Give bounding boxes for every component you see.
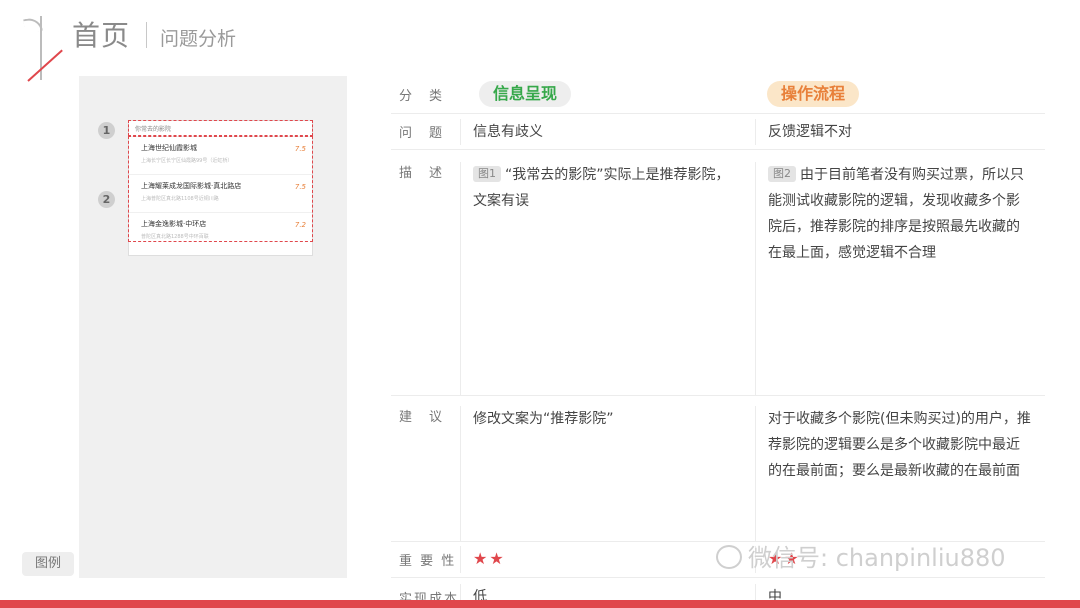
wechat-watermark: 微信号: chanpinliu880 [716, 538, 1006, 573]
cell-problem-a: 信息有歧义 [460, 118, 755, 145]
star-rating-icon: ★★ [473, 549, 506, 568]
row-label: 分 类 [399, 89, 445, 104]
marker-badge-1: 1 [98, 122, 115, 139]
description-text: “我常去的影院”实际上是推荐影院，文案有误 [473, 167, 730, 209]
cell: 操作流程 [755, 81, 1045, 108]
row-label: 问 题 [399, 126, 445, 141]
bottom-accent-bar [0, 600, 1080, 608]
row-label: 建 议 [399, 410, 445, 425]
cell-description-a: 图1 “我常去的影院”实际上是推荐影院，文案有误 [460, 162, 755, 395]
figure-tag: 图2 [768, 166, 796, 182]
page-title: 首页 [72, 19, 131, 52]
wechat-icon [716, 545, 742, 569]
cell-suggestion-b: 对于收藏多个影院(但未购买过)的用户，推荐影院的逻辑要么是多个收藏影院中最近的在… [755, 406, 1045, 541]
table-row-description: 描 述 图1 “我常去的影院”实际上是推荐影院，文案有误 图2 由于目前笔者没有购买… [391, 150, 1045, 396]
row-label: 描 述 [399, 166, 445, 181]
category-pill-info: 信息呈现 [479, 81, 572, 107]
table-row-suggestion: 建 议 修改文案为“推荐影院” 对于收藏多个影院(但未购买过)的用户，推荐影院的… [391, 396, 1045, 542]
description-text: 由于目前笔者没有购买过票，所以只能测试收藏影院的逻辑，发现收藏多个影院后，推荐影… [768, 167, 1024, 261]
page-subtitle: 问题分析 [160, 28, 237, 50]
cell-description-b: 图2 由于目前笔者没有购买过票，所以只能测试收藏影院的逻辑，发现收藏多个影院后，推… [755, 162, 1045, 395]
cell-importance-a: ★★ [460, 546, 755, 573]
table-row-category: 分 类 信息呈现 操作流程 [391, 76, 1045, 114]
marker-badge-2: 2 [98, 191, 115, 208]
figure-tag: 图1 [473, 166, 501, 182]
highlight-box-1 [128, 120, 313, 136]
screenshot-panel: 你常去的影院 上海世纪仙霞影城 上海长宁区长宁区仙霞路99号（近虹桥） 7.5 … [79, 76, 347, 578]
cell-suggestion-a: 修改文案为“推荐影院” [460, 406, 755, 541]
cell: 信息呈现 [460, 81, 755, 108]
title-divider [146, 22, 147, 48]
category-pill-flow: 操作流程 [767, 81, 860, 107]
legend-label: 图例 [22, 552, 74, 576]
table-row-problem: 问 题 信息有歧义 反馈逻辑不对 [391, 114, 1045, 150]
watermark-text: 微信号: chanpinliu880 [748, 544, 1006, 572]
cell-problem-b: 反馈逻辑不对 [755, 118, 1045, 145]
highlight-box-2 [128, 136, 313, 242]
analysis-table: 分 类 信息呈现 操作流程 问 题 信息有歧义 反馈逻辑不对 描 述 图1 “我常… [391, 76, 1045, 608]
row-label: 重 要 性 [399, 554, 457, 569]
